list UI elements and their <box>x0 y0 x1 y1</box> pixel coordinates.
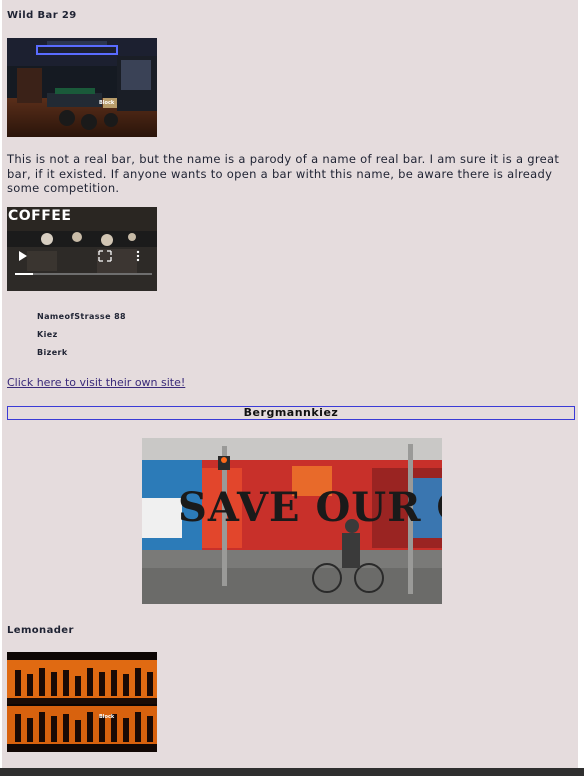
left-edge <box>0 0 2 768</box>
info-address: NameofStrasse 88 <box>37 312 127 321</box>
bar-name-wild-bar: Wild Bar 29 <box>7 10 77 21</box>
bar-interior-image: Block <box>7 38 157 137</box>
bar-info-list: NameofStrasse 88 Kiez Bizerk <box>37 311 126 365</box>
image-watermark-2: Block <box>99 714 115 720</box>
graffiti-text: SAVE OUR CART <box>178 484 442 531</box>
bar-name-lemonader: Lemonader <box>7 625 74 636</box>
right-edge <box>578 0 584 768</box>
bar-description: This is not a real bar, but the name is … <box>7 152 560 195</box>
visit-site-link[interactable]: Click here to visit their own site! <box>7 376 185 389</box>
section-title-bergmannkiez: Bergmannkiez <box>7 406 575 420</box>
video-title-overlay: COFFEE <box>8 208 72 224</box>
image-watermark: Block <box>99 100 115 106</box>
video-player[interactable]: COFFEE <box>7 207 157 291</box>
more-options-icon[interactable] <box>136 250 140 262</box>
bottle-shelf-image: Block <box>7 652 157 752</box>
page: Wild Bar 29 Block This is not a real bar… <box>0 0 578 768</box>
bottom-bar <box>0 768 584 776</box>
info-district: Kiez <box>37 330 58 339</box>
info-style: Bizerk <box>37 348 68 357</box>
graffiti-wall-image: SAVE OUR CART <box>142 438 442 604</box>
